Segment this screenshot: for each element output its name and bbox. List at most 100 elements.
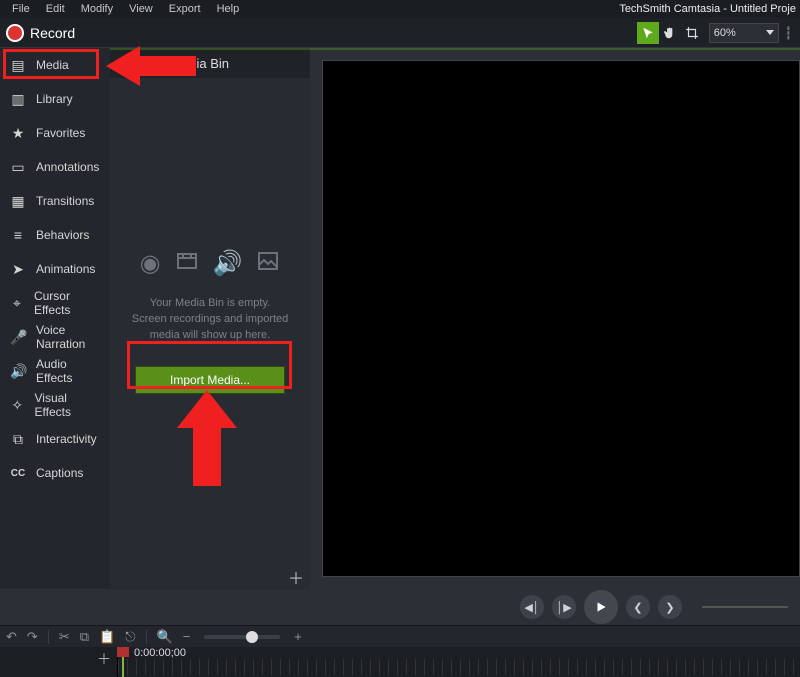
- playback-controls: ◀│ │▶ ❮ ❯: [0, 589, 800, 625]
- cursor-effects-icon: ⌖: [10, 295, 24, 312]
- playhead[interactable]: [118, 647, 128, 677]
- prev-clip-button[interactable]: ◀│: [520, 595, 544, 619]
- pan-mode-button[interactable]: [659, 22, 681, 44]
- behaviors-icon: ≡: [10, 227, 26, 243]
- record-toolbar: Record 60% ┇: [0, 18, 800, 48]
- more-icon[interactable]: ┇: [785, 26, 794, 40]
- annotation-icon: ▭: [10, 159, 26, 176]
- paste-button[interactable]: 📋: [99, 629, 115, 645]
- audio-icon: 🔊: [10, 363, 26, 380]
- empty-state-icons: ◉ 🔊: [140, 249, 281, 278]
- panel-footer: ＋: [110, 565, 310, 589]
- media-bin-body: ◉ 🔊 Your Media Bin is empty. Screen reco…: [110, 78, 310, 565]
- record-button[interactable]: Record: [6, 24, 75, 42]
- interactivity-icon: ⧉: [10, 431, 26, 448]
- mic-icon: 🎤: [10, 329, 26, 346]
- timeline-zoom-in[interactable]: +: [294, 629, 302, 644]
- sidebar-item-transitions[interactable]: ▦ Transitions: [0, 184, 110, 218]
- edit-mode-button[interactable]: [637, 22, 659, 44]
- empty-line2: Screen recordings and imported: [132, 312, 289, 328]
- canvas-area: [310, 48, 800, 589]
- playhead-marker-icon: [117, 647, 129, 657]
- empty-line1: Your Media Bin is empty.: [132, 296, 289, 312]
- import-media-label: Import Media...: [170, 373, 250, 387]
- tool-sidebar: ▤ Media ▥ Library ★ Favorites ▭ Annotati…: [0, 48, 110, 589]
- add-media-button[interactable]: ＋: [288, 565, 304, 589]
- redo-button[interactable]: ↷: [27, 629, 38, 645]
- preview-canvas[interactable]: [322, 60, 800, 577]
- sidebar-item-cursor-effects[interactable]: ⌖ Cursor Effects: [0, 286, 110, 320]
- timeline-zoom-out[interactable]: −: [183, 629, 191, 644]
- empty-line3: media will show up here.: [132, 328, 289, 344]
- cursor-icon: [641, 26, 655, 40]
- timeline-zoom-slider[interactable]: [204, 635, 280, 639]
- sidebar-item-visual-effects[interactable]: ✧ Visual Effects: [0, 388, 110, 422]
- sidebar-item-label: Interactivity: [36, 432, 97, 446]
- star-icon: ★: [10, 125, 26, 142]
- sidebar-item-behaviors[interactable]: ≡ Behaviors: [0, 218, 110, 252]
- sidebar-item-label: Favorites: [36, 126, 85, 140]
- sidebar-item-library[interactable]: ▥ Library: [0, 82, 110, 116]
- sidebar-item-captions[interactable]: CC Captions: [0, 456, 110, 490]
- volume-slider[interactable]: [702, 606, 788, 608]
- animations-icon: ➤: [10, 261, 26, 278]
- sidebar-item-interactivity[interactable]: ⧉ Interactivity: [0, 422, 110, 456]
- add-track-button[interactable]: ＋: [97, 649, 111, 669]
- sidebar-item-media[interactable]: ▤ Media: [0, 48, 110, 82]
- play-button[interactable]: [584, 590, 618, 624]
- menu-export[interactable]: Export: [161, 3, 209, 15]
- canvas-tools: 60% ┇: [637, 22, 794, 44]
- sidebar-item-label: Annotations: [36, 160, 99, 174]
- record-placeholder-icon: ◉: [140, 249, 161, 278]
- crop-mode-button[interactable]: [681, 22, 703, 44]
- cut-button[interactable]: ✂: [59, 629, 70, 645]
- menu-help[interactable]: Help: [209, 3, 248, 15]
- timeline-ruler: [118, 659, 800, 675]
- sidebar-item-label: Visual Effects: [35, 391, 101, 419]
- sidebar-item-animations[interactable]: ➤ Animations: [0, 252, 110, 286]
- split-button[interactable]: ⎋: [125, 629, 135, 645]
- image-placeholder-icon: [256, 249, 280, 273]
- zoom-value: 60%: [714, 27, 736, 39]
- timeline: ＋ 0:00:00;00: [0, 647, 800, 677]
- menu-modify[interactable]: Modify: [73, 3, 121, 15]
- media-bin-panel: edia Bin ◉ 🔊 Your Media Bin is empty. Sc…: [110, 48, 310, 589]
- accent-line: [110, 48, 800, 50]
- play-icon: [594, 600, 608, 614]
- sidebar-item-favorites[interactable]: ★ Favorites: [0, 116, 110, 150]
- sidebar-item-label: Captions: [36, 466, 83, 480]
- sidebar-item-label: Behaviors: [36, 228, 89, 242]
- timecode-display: 0:00:00;00: [132, 647, 188, 659]
- record-icon: [6, 24, 24, 42]
- sidebar-item-label: Audio Effects: [36, 357, 100, 385]
- sidebar-item-audio-effects[interactable]: 🔊 Audio Effects: [0, 354, 110, 388]
- empty-state-text: Your Media Bin is empty. Screen recordin…: [132, 296, 289, 344]
- zoom-select[interactable]: 60%: [709, 23, 779, 43]
- sidebar-item-label: Cursor Effects: [34, 289, 100, 317]
- transitions-icon: ▦: [10, 193, 26, 210]
- track-header: ＋: [0, 647, 118, 677]
- wand-icon: ✧: [10, 397, 25, 414]
- step-back-button[interactable]: │▶: [552, 595, 576, 619]
- menu-view[interactable]: View: [121, 3, 161, 15]
- record-label: Record: [30, 25, 75, 41]
- step-forward-button[interactable]: ❮: [626, 595, 650, 619]
- copy-button[interactable]: ⧉: [80, 629, 89, 645]
- menu-file[interactable]: File: [4, 3, 38, 15]
- sidebar-item-label: Library: [36, 92, 73, 106]
- timeline-zoom-icon: 🔍: [157, 629, 173, 645]
- sidebar-item-voice-narration[interactable]: 🎤 Voice Narration: [0, 320, 110, 354]
- import-media-button[interactable]: Import Media...: [135, 366, 285, 394]
- sidebar-item-annotations[interactable]: ▭ Annotations: [0, 150, 110, 184]
- slider-knob[interactable]: [246, 631, 258, 643]
- library-icon: ▥: [10, 91, 26, 108]
- timeline-toolbar: ↶ ↷ ✂ ⧉ 📋 ⎋ 🔍 − +: [0, 625, 800, 647]
- next-clip-button[interactable]: ❯: [658, 595, 682, 619]
- main-area: ▤ Media ▥ Library ★ Favorites ▭ Annotati…: [0, 48, 800, 589]
- sidebar-item-label: Transitions: [36, 194, 94, 208]
- menu-edit[interactable]: Edit: [38, 3, 73, 15]
- captions-icon: CC: [10, 468, 26, 479]
- window-title: TechSmith Camtasia - Untitled Proje: [619, 0, 796, 18]
- undo-button[interactable]: ↶: [6, 629, 17, 645]
- timeline-track-area[interactable]: 0:00:00;00: [118, 647, 800, 677]
